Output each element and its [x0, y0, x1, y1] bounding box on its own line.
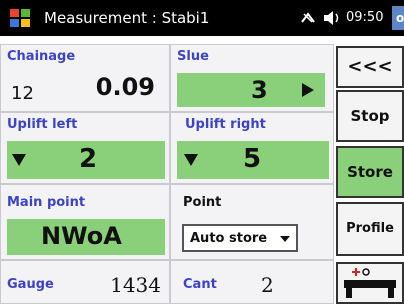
- chainage-cell[interactable]: Chainage 12 0.09: [0, 44, 170, 112]
- slue-value: 3: [251, 76, 268, 104]
- connection-icon[interactable]: [300, 10, 316, 26]
- cant-value: 2: [261, 273, 274, 297]
- chainage-label: Chainage: [7, 49, 76, 64]
- chainage-value: 0.09: [95, 73, 155, 101]
- point-select[interactable]: Auto store: [182, 224, 298, 252]
- main-point-value: NWoA: [41, 222, 122, 250]
- main-point-value-box: NWoA: [7, 219, 165, 255]
- gauge-cell: Gauge 1434: [0, 260, 170, 304]
- main-point-label: Main point: [7, 195, 86, 210]
- store-button[interactable]: Store: [336, 146, 404, 198]
- chainage-prefix: 12: [11, 83, 34, 104]
- back-button[interactable]: <<<: [336, 46, 404, 88]
- point-label: Point: [183, 195, 222, 210]
- clock: 09:50: [346, 10, 384, 25]
- profile-button[interactable]: Profile: [336, 202, 404, 256]
- slue-label: Slue: [177, 49, 209, 64]
- arrow-down-icon: [184, 154, 198, 166]
- uplift-left-label: Uplift left: [7, 117, 78, 132]
- uplift-left-value-box: 2: [7, 141, 165, 179]
- cant-label: Cant: [183, 277, 217, 292]
- uplift-right-value-box: 5: [177, 141, 329, 179]
- chevron-down-icon: [280, 236, 290, 242]
- main-point-cell[interactable]: Main point NWoA: [0, 184, 170, 260]
- cant-cell: Cant 2: [170, 260, 334, 304]
- gauge-label: Gauge: [7, 277, 54, 292]
- point-select-value: Auto store: [190, 231, 268, 246]
- gauge-value: 1434: [110, 273, 161, 297]
- title-bar: Measurement : Stabi1 09:50 ok: [0, 0, 404, 36]
- windows-logo-icon[interactable]: [8, 6, 32, 30]
- uplift-right-cell[interactable]: Uplift right 5: [170, 112, 334, 184]
- uplift-right-value: 5: [243, 144, 262, 174]
- uplift-left-value: 2: [79, 144, 98, 174]
- window-title: Measurement : Stabi1: [44, 9, 210, 27]
- ok-button[interactable]: ok: [392, 6, 404, 30]
- arrow-down-icon: [12, 154, 26, 166]
- volume-icon[interactable]: [322, 9, 344, 27]
- uplift-left-cell[interactable]: Uplift left 2: [0, 112, 170, 184]
- rail-profile-icon: [344, 268, 396, 298]
- rail-profile-button[interactable]: [336, 262, 404, 304]
- slue-value-box: 3: [177, 73, 325, 107]
- uplift-right-label: Uplift right: [185, 117, 266, 132]
- play-right-icon: [302, 83, 314, 97]
- slue-cell[interactable]: Slue 3: [170, 44, 334, 112]
- stop-button[interactable]: Stop: [336, 90, 404, 142]
